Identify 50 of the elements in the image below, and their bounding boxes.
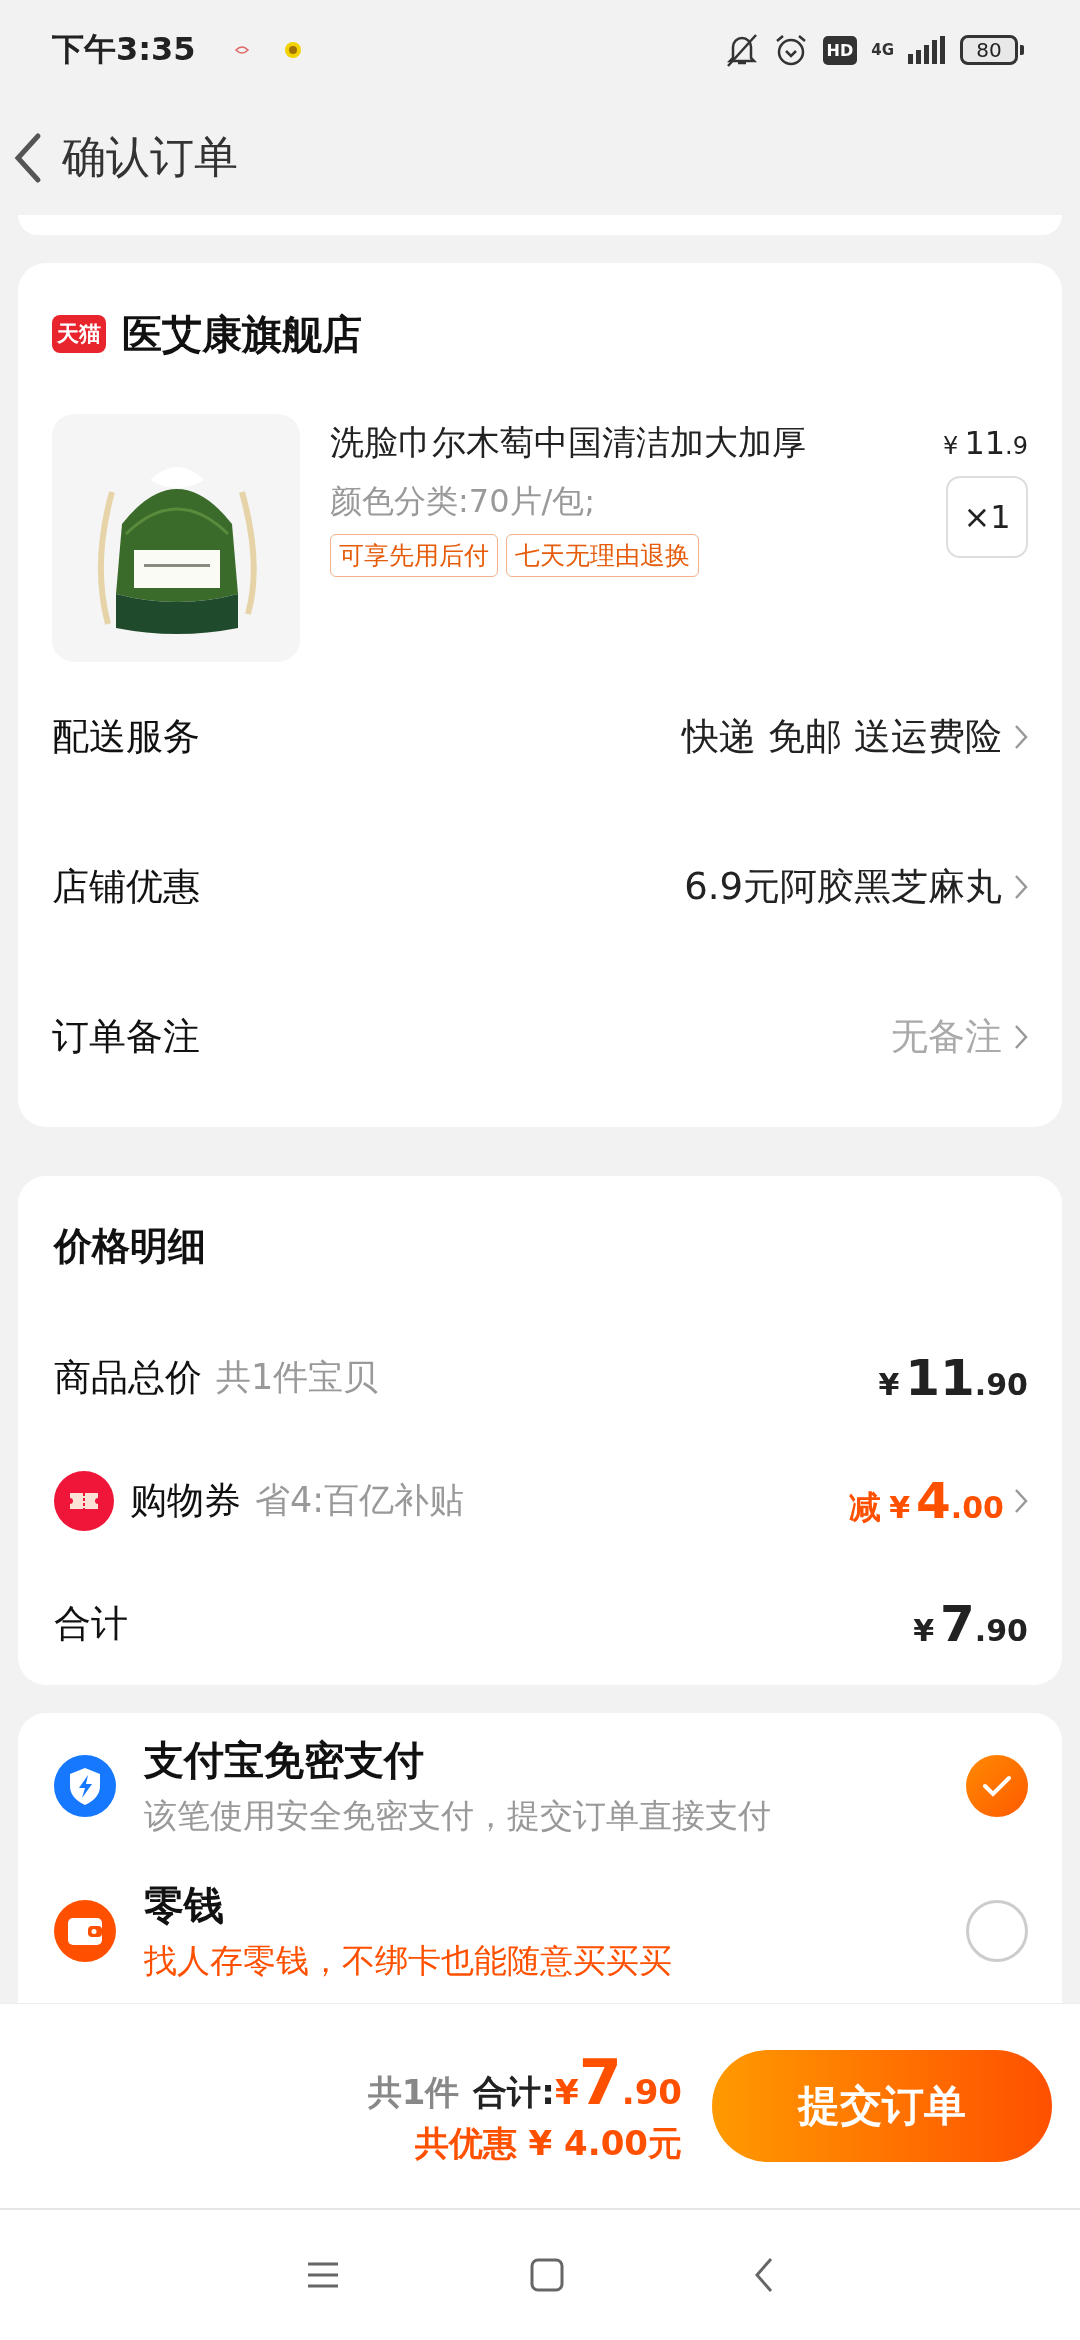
price-amount: ¥7.90 xyxy=(913,1594,1028,1653)
menu-icon[interactable] xyxy=(306,2261,340,2289)
row-value[interactable]: 6.9元阿胶黑芝麻丸 xyxy=(684,862,1002,912)
payment-title: 零钱 xyxy=(144,1880,225,1930)
signal-icon xyxy=(908,36,946,64)
chevron-icon xyxy=(1014,1024,1028,1050)
notification-icon xyxy=(283,41,302,59)
home-icon[interactable] xyxy=(530,2258,564,2292)
price-label: 购物券 xyxy=(130,1477,241,1524)
product-spec: 颜色分类:70片/包; xyxy=(330,481,597,522)
row-label: 配送服务 xyxy=(52,714,201,760)
row-label: 店铺优惠 xyxy=(52,864,201,910)
payment-subtitle: 该笔使用安全免密支付，提交订单直接支付 xyxy=(144,1794,772,1837)
chevron-icon xyxy=(1014,874,1028,900)
price-label: 合计 xyxy=(54,1600,128,1647)
store-logo: 天猫 xyxy=(52,315,106,353)
product-price: ¥ 11.9 xyxy=(943,424,1028,462)
service-tag: 七天无理由退换 xyxy=(506,534,699,577)
row-label: 订单备注 xyxy=(52,1014,201,1060)
chevron-icon[interactable] xyxy=(1014,1487,1028,1514)
page-title: 确认订单 xyxy=(62,130,238,184)
check-icon xyxy=(982,1774,1012,1797)
clock-time: 下午3:35 xyxy=(52,29,196,70)
service-tag: 可享先用后付 xyxy=(330,534,498,577)
price-label: 商品总价 xyxy=(54,1354,202,1401)
back-icon[interactable] xyxy=(754,2257,774,2293)
price-amount: ¥11.90 xyxy=(878,1348,1028,1407)
item-count: 共1件 xyxy=(367,2070,460,2114)
payment-title: 支付宝免密支付 xyxy=(144,1735,425,1785)
battery-level: 80 xyxy=(960,35,1018,65)
payment-subtitle: 找人存零钱，不绑卡也能随意买买买 xyxy=(144,1939,673,1982)
section-title: 价格明细 xyxy=(54,1222,207,1270)
hd-badge: HD xyxy=(822,35,858,65)
row-value[interactable]: 快递 免邮 送运费险 xyxy=(682,712,1002,762)
price-note: 共1件宝贝 xyxy=(216,1356,380,1399)
back-icon[interactable] xyxy=(12,131,42,184)
chevron-icon xyxy=(1014,724,1028,750)
price-amount: 减 ¥4.00 xyxy=(849,1471,1004,1530)
coupon-icon xyxy=(54,1470,114,1531)
store-name[interactable]: 医艾康旗舰店 xyxy=(122,306,362,362)
radio-button[interactable] xyxy=(966,1899,1028,1962)
quantity-button[interactable]: ×1 xyxy=(946,476,1028,558)
network-label: 4G xyxy=(871,42,894,58)
discount-total: 共优惠 ¥ 4.00元 xyxy=(414,2121,682,2165)
total-price: 合计:¥7.90 xyxy=(473,2045,682,2119)
product-title[interactable]: 洗脸巾尔木萄中国清洁加大加厚 xyxy=(330,420,806,466)
price-note: 省4:百亿补贴 xyxy=(255,1479,466,1522)
bell-off-icon xyxy=(724,32,759,68)
shield-icon xyxy=(54,1754,116,1817)
wallet-icon xyxy=(54,1899,116,1962)
